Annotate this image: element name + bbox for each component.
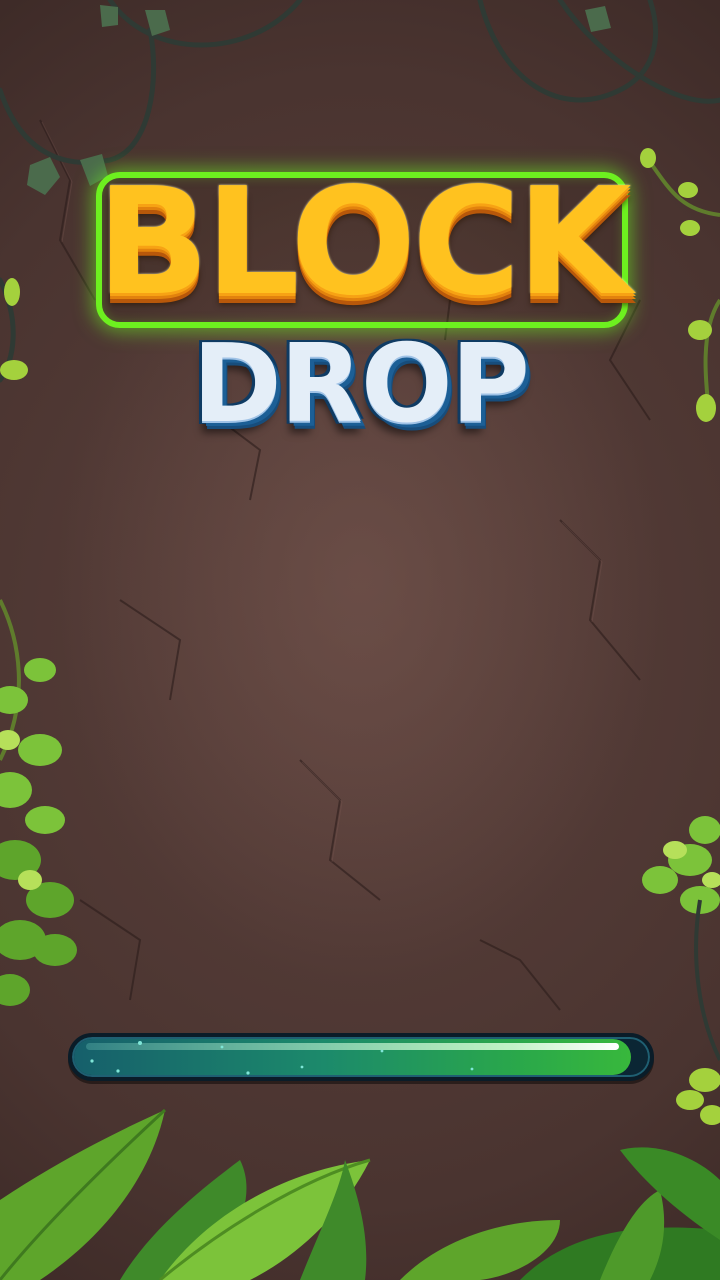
logo-subtitle-wrap: DROP [0, 330, 720, 450]
game-logo: BLOCK [96, 164, 631, 328]
logo-title-drop: DROP [192, 322, 530, 447]
loading-progress-bar [68, 1033, 654, 1081]
logo-title-block: BLOCK [96, 156, 632, 328]
loading-sparkles [90, 1041, 474, 1075]
